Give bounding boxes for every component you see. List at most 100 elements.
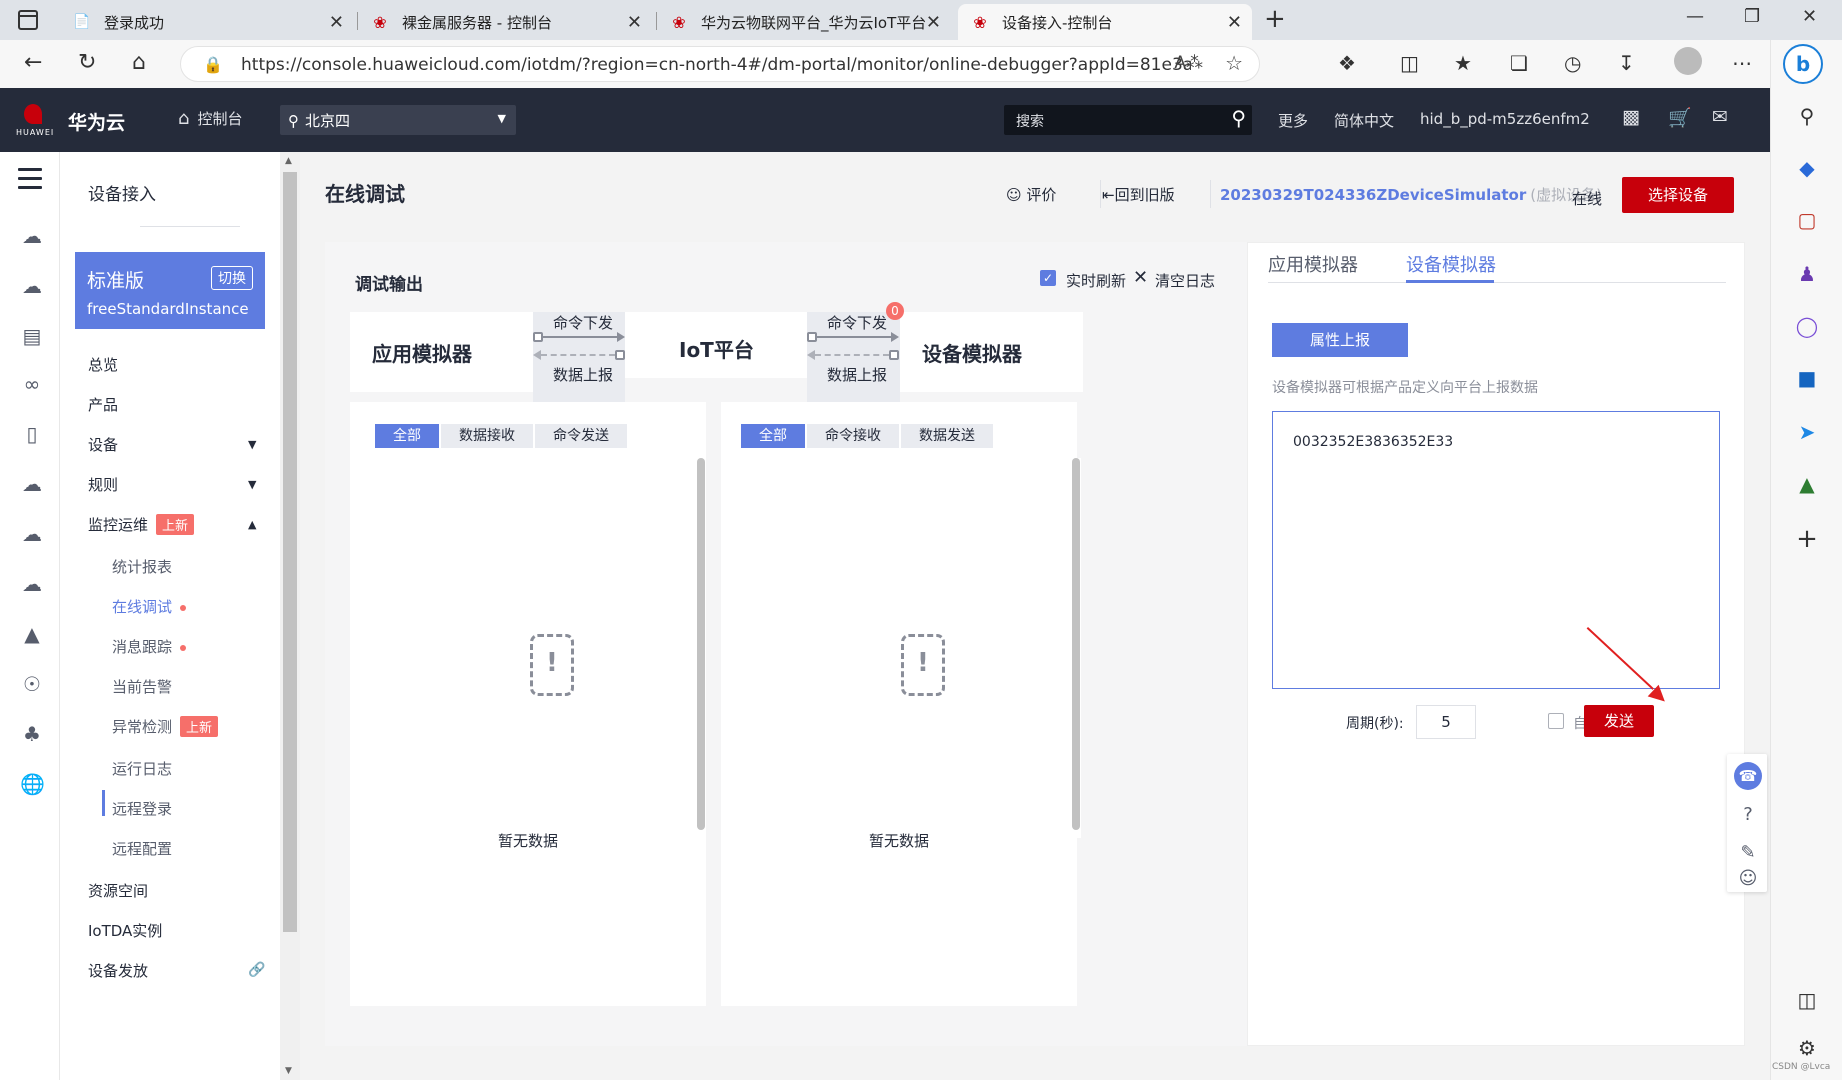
sidebar-item-products[interactable]: 产品 — [88, 394, 118, 415]
link-icon[interactable]: 🔗 — [248, 962, 265, 978]
filter-all-button[interactable]: 全部 — [741, 424, 805, 448]
back-icon[interactable]: ← — [24, 50, 42, 75]
help-icon[interactable]: ? — [1737, 804, 1759, 826]
more-link[interactable]: 更多 — [1278, 110, 1308, 131]
bing-icon[interactable]: b — [1783, 44, 1823, 84]
scroll-down-icon[interactable]: ▼ — [285, 1066, 292, 1076]
search-input[interactable]: 搜索 ⚲ — [1004, 105, 1252, 135]
globe-icon[interactable]: 🌐 — [20, 772, 45, 796]
close-window-icon[interactable]: ✕ — [1802, 6, 1817, 27]
history-icon[interactable]: ◷ — [1564, 51, 1581, 75]
sidebar-item-alarms[interactable]: 当前告警 — [112, 676, 172, 697]
restore-icon[interactable]: ❐ — [1744, 6, 1760, 27]
sidebar-item-overview[interactable]: 总览 — [88, 354, 118, 375]
database-icon[interactable]: ▤ — [20, 324, 44, 348]
auto-send-checkbox[interactable] — [1548, 713, 1564, 729]
sidebar-item-message-trace[interactable]: 消息跟踪 — [112, 636, 187, 657]
close-icon[interactable]: ✕ — [627, 12, 642, 33]
sidebar-item-remote-login[interactable]: 远程登录 — [112, 798, 172, 819]
network-icon[interactable]: ∞ — [20, 372, 44, 396]
select-device-button[interactable]: 选择设备 — [1622, 177, 1734, 213]
current-device[interactable]: 20230329T024336ZDeviceSimulator (虚拟设备) — [1220, 184, 1602, 205]
sidebar-item-rules[interactable]: 规则 — [88, 474, 118, 495]
cluster-icon[interactable]: ♣ — [20, 722, 44, 746]
device-icon[interactable]: ▯ — [20, 422, 44, 446]
sidebar-item-provisioning[interactable]: 设备发放 — [88, 960, 148, 981]
more-menu-icon[interactable]: ⋯ — [1732, 51, 1752, 75]
office-icon[interactable]: ◯ — [1795, 314, 1819, 338]
download-icon[interactable]: ↧ — [1618, 51, 1635, 75]
filter-cmd-receive-button[interactable]: 命令接收 — [807, 424, 899, 448]
log-scrollbar[interactable] — [696, 458, 706, 838]
sidebar-toggle-icon[interactable]: ◫ — [1795, 988, 1819, 1012]
send-button[interactable]: 发送 — [1584, 705, 1654, 737]
scrollbar-thumb[interactable] — [697, 458, 705, 830]
caret-down-icon[interactable]: ▼ — [248, 478, 256, 491]
cloud-server-icon[interactable]: ☁ — [20, 224, 44, 248]
scrollbar-thumb[interactable] — [1072, 458, 1080, 830]
sidebar-item-anomaly[interactable]: 异常检测 上新 — [112, 716, 219, 737]
outlook-icon[interactable]: ■ — [1795, 366, 1819, 390]
user-name[interactable]: hid_b_pd-m5zz6enfm2 — [1420, 110, 1590, 128]
browser-tab-active[interactable]: ❀ 设备接入-控制台 ✕ — [958, 4, 1252, 40]
send-icon[interactable]: ➤ — [1795, 420, 1819, 444]
feedback-icon[interactable]: ✎ — [1737, 842, 1759, 864]
language-switch[interactable]: 简体中文 — [1334, 110, 1394, 131]
tab-device-simulator[interactable]: 设备模拟器 — [1406, 251, 1496, 277]
browser-tab[interactable]: ❀ 裸金属服务器 - 控制台 ✕ — [358, 4, 652, 40]
tag-icon[interactable]: ◆ — [1795, 156, 1819, 180]
console-link[interactable]: ⌂ 控制台 — [178, 108, 242, 129]
smile-icon[interactable]: ☺ — [1737, 868, 1759, 890]
sail-icon[interactable]: ▲ — [20, 622, 44, 646]
filter-all-button[interactable]: 全部 — [375, 424, 439, 448]
switch-edition-button[interactable]: 切换 — [211, 266, 253, 290]
menu-icon[interactable] — [18, 168, 42, 195]
back-to-old-link[interactable]: ⇤回到旧版 — [1102, 184, 1175, 205]
close-icon[interactable]: ✕ — [1227, 12, 1242, 33]
log-scrollbar[interactable] — [1071, 458, 1081, 838]
caret-up-icon[interactable]: ▲ — [248, 518, 256, 531]
scroll-up-icon[interactable]: ▲ — [285, 156, 292, 166]
tab-actions-icon[interactable] — [18, 10, 38, 30]
sidebar-item-monitoring[interactable]: 监控运维 上新 — [88, 514, 195, 535]
split-screen-icon[interactable]: ◫ — [1400, 51, 1419, 75]
filter-data-send-button[interactable]: 数据发送 — [901, 424, 993, 448]
url-text[interactable]: https://console.huaweicloud.com/iotdm/?r… — [241, 55, 1191, 75]
sidebar-item-iotda-instance[interactable]: IoTDA实例 — [88, 920, 162, 941]
mail-icon[interactable]: ✉ — [1712, 106, 1728, 128]
cart-icon[interactable]: 🛒 — [1668, 106, 1692, 129]
add-icon[interactable]: + — [1795, 524, 1819, 554]
customer-service-icon[interactable]: ☎ — [1734, 762, 1762, 790]
brand-name[interactable]: 华为云 — [68, 108, 125, 135]
sidebar-scrollbar[interactable]: ▲ ▼ — [280, 152, 300, 1080]
clear-icon[interactable]: ✕ — [1133, 267, 1148, 288]
extensions-icon[interactable]: ❖ — [1338, 51, 1356, 75]
sidebar-item-remote-config[interactable]: 远程配置 — [112, 838, 172, 859]
cloud-icon[interactable]: ☁ — [20, 274, 44, 298]
toolbox-icon[interactable]: ▢ — [1795, 208, 1819, 232]
sidebar-item-online-debug[interactable]: 在线调试 — [112, 596, 187, 617]
add-favorite-icon[interactable]: ☆ — [1225, 51, 1243, 75]
settings-icon[interactable]: ⚙ — [1795, 1036, 1819, 1060]
ip-icon[interactable]: ☉ — [20, 672, 44, 696]
collections-icon[interactable]: ❏ — [1510, 51, 1528, 75]
rate-link[interactable]: ☺ 评价 — [1006, 184, 1056, 205]
sidebar-item-statistics[interactable]: 统计报表 — [112, 556, 172, 577]
clear-log-button[interactable]: 清空日志 — [1155, 270, 1215, 291]
filter-cmd-send-button[interactable]: 命令发送 — [535, 424, 627, 448]
huawei-logo[interactable]: HUAWEI — [16, 100, 53, 140]
tree-icon[interactable]: ▲ — [1795, 472, 1819, 496]
cloud-upload-icon[interactable]: ☁ — [20, 522, 44, 546]
scrollbar-thumb[interactable] — [283, 172, 297, 932]
close-icon[interactable]: ✕ — [926, 12, 941, 33]
tab-app-simulator[interactable]: 应用模拟器 — [1268, 251, 1358, 277]
region-select[interactable]: ⚲ 北京四 ▼ — [280, 105, 516, 135]
sidebar-item-devices[interactable]: 设备 — [88, 434, 118, 455]
search-icon[interactable]: ⚲ — [1231, 106, 1246, 130]
profile-avatar[interactable] — [1674, 47, 1702, 75]
payload-textarea[interactable]: 0032352E3836352E33 — [1272, 411, 1720, 689]
cloud-check-icon[interactable]: ☁ — [20, 572, 44, 596]
sidebar-item-run-logs[interactable]: 运行日志 — [112, 758, 172, 779]
chess-icon[interactable]: ♟ — [1795, 262, 1819, 286]
refresh-icon[interactable]: ↻ — [78, 50, 96, 75]
